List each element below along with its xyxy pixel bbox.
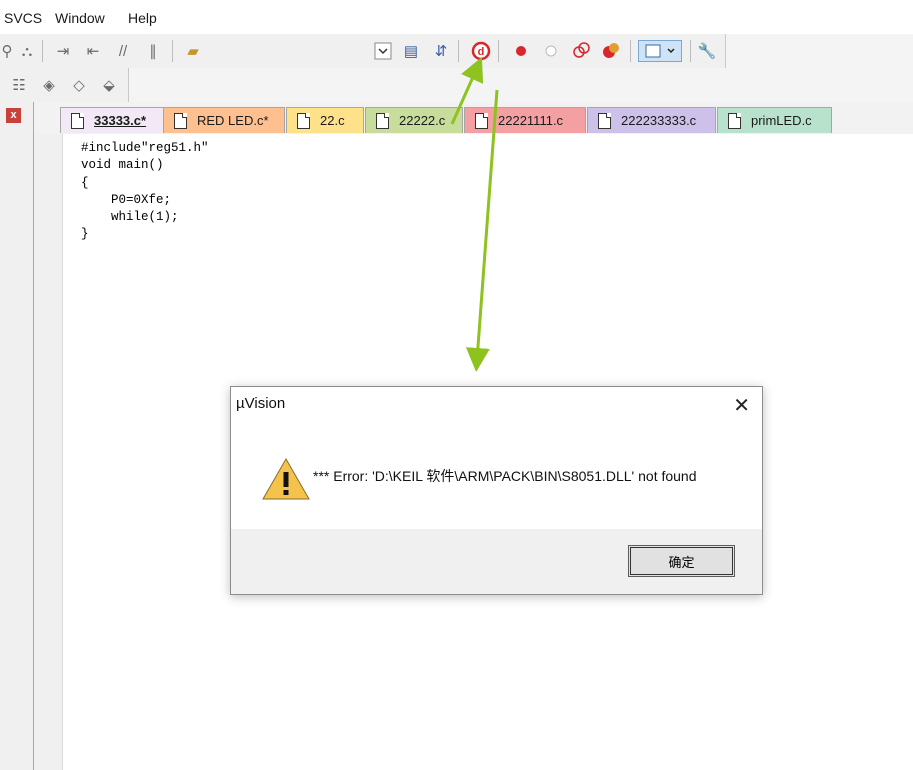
arrow-up: [450, 57, 484, 125]
arrow-down: [465, 89, 499, 372]
error-message: *** Error: 'D:\KEIL 软件\ARM\PACK\BIN\S805…: [313, 468, 697, 484]
close-icon[interactable]: ✕: [733, 393, 750, 418]
error-dialog: µVision ✕ *** Error: 'D:\KEIL 软件\ARM\PAC…: [230, 386, 763, 595]
annotation-arrows: [450, 57, 499, 372]
warning-icon: [261, 456, 311, 507]
dialog-title: µVision: [236, 395, 286, 412]
ok-button[interactable]: 确定: [628, 545, 735, 577]
dialog-footer: 确定: [231, 529, 762, 594]
